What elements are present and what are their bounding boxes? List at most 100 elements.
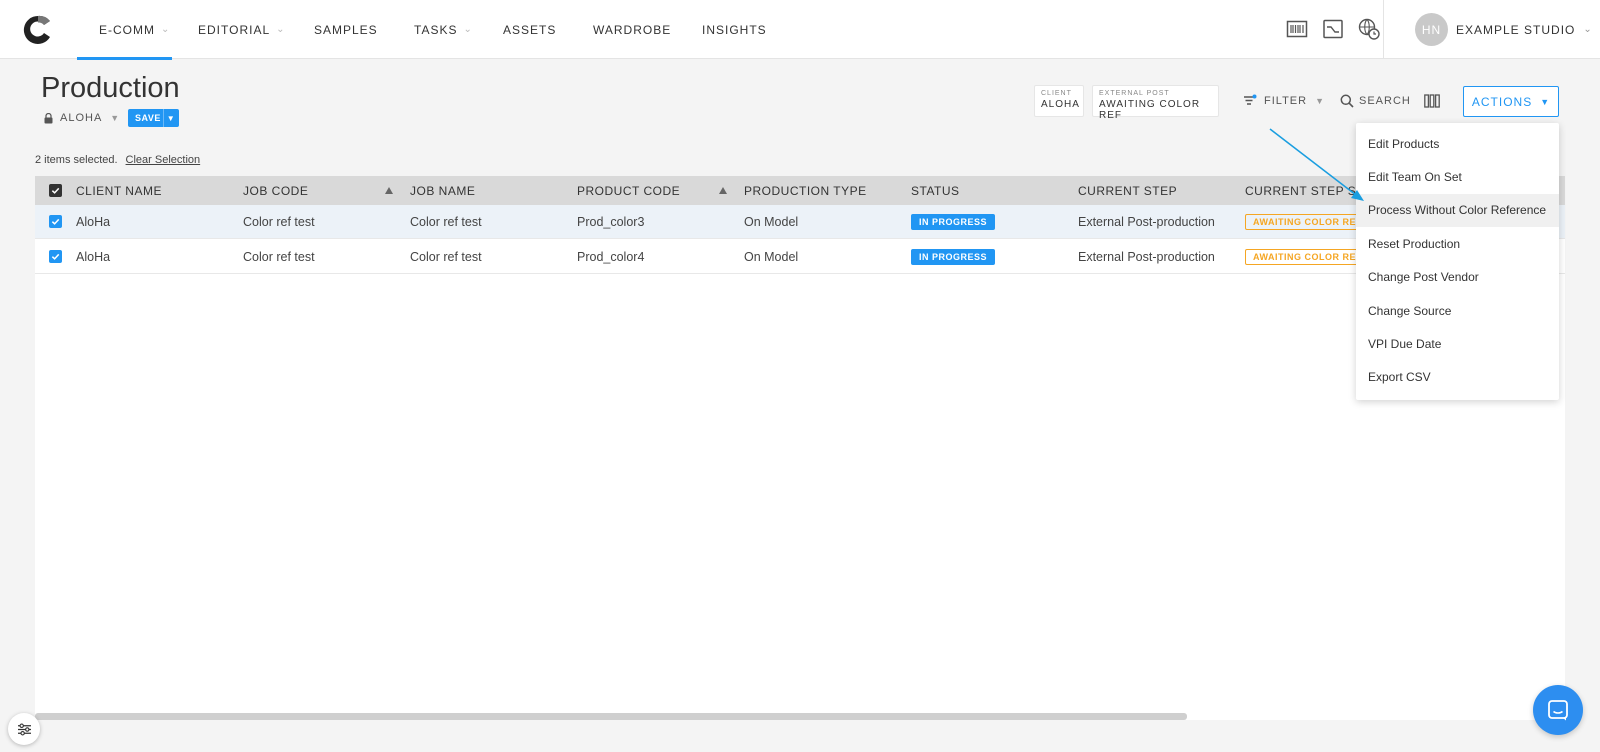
select-all-checkbox[interactable] xyxy=(49,184,62,197)
caret-down-icon[interactable]: ▼ xyxy=(163,109,178,127)
settings-sliders-button[interactable] xyxy=(8,713,40,745)
status-badge: IN PROGRESS xyxy=(911,214,996,230)
chip-value: AWAITING COLOR REF xyxy=(1099,99,1201,121)
table-header: CLIENT NAME JOB CODE JOB NAME PRODUCT CO… xyxy=(35,176,1565,205)
menu-item-process-without-color-reference[interactable]: Process Without Color Reference xyxy=(1356,193,1559,228)
nav-item-label: EDITORIAL xyxy=(198,22,271,37)
filter-button[interactable]: FILTER ▼ xyxy=(1243,91,1325,111)
step-status-badge: AWAITING COLOR REF xyxy=(1245,249,1370,265)
menu-item-export-csv[interactable]: Export CSV xyxy=(1356,361,1559,394)
caret-down-icon: ▼ xyxy=(110,113,121,123)
saved-view-selector[interactable]: ALOHA ▼ xyxy=(44,109,120,127)
chip-value: ALOHA xyxy=(1041,99,1080,110)
cell-production-type: On Model xyxy=(744,215,799,229)
cell-job-name: Color ref test xyxy=(410,250,482,264)
menu-item-change-post-vendor[interactable]: Change Post Vendor xyxy=(1356,261,1559,294)
nav-item-wardrobe[interactable]: WARDROBE xyxy=(593,0,671,59)
column-header[interactable]: CURRENT STEP xyxy=(1078,176,1177,205)
cell-status: IN PROGRESS xyxy=(911,240,996,274)
column-header[interactable]: JOB NAME xyxy=(410,176,475,205)
row-checkbox[interactable] xyxy=(49,250,62,263)
actions-label: ACTIONS xyxy=(1471,94,1533,109)
top-navigation: E-COMM ⌄ EDITORIAL ⌄ SAMPLES TASKS ⌄ ASSETS… xyxy=(0,0,1600,60)
sort-asc-icon[interactable] xyxy=(719,187,727,194)
lock-icon xyxy=(44,112,53,123)
cell-status: IN PROGRESS xyxy=(911,205,996,239)
menu-item-vpi-due-date[interactable]: VPI Due Date xyxy=(1356,327,1559,360)
caret-down-icon: ▼ xyxy=(1540,96,1551,107)
page-title: Production xyxy=(41,72,180,104)
barcode-icon[interactable] xyxy=(1286,18,1308,40)
nav-item-label: TASKS xyxy=(414,22,458,37)
sort-asc-icon[interactable] xyxy=(385,187,393,194)
cell-step-status: AWAITING COLOR REF xyxy=(1245,205,1370,239)
cell-client-name: AloHa xyxy=(76,215,111,229)
filter-chip-client[interactable]: CLIENT ALOHA xyxy=(1034,85,1084,117)
caret-down-icon: ▼ xyxy=(1315,96,1325,106)
cell-product-code: Prod_color3 xyxy=(577,215,645,229)
chat-icon xyxy=(1548,700,1568,721)
chevron-down-icon: ⌄ xyxy=(161,24,171,35)
nav-item-editorial[interactable]: EDITORIAL ⌄ xyxy=(198,0,286,59)
cell-job-code: Color ref test xyxy=(243,250,315,264)
search-button[interactable]: SEARCH xyxy=(1340,91,1411,111)
nav-item-label: WARDROBE xyxy=(593,22,672,37)
nav-item-insights[interactable]: INSIGHTS xyxy=(702,0,767,59)
chart-window-icon[interactable] xyxy=(1322,18,1344,40)
search-label: SEARCH xyxy=(1359,95,1411,107)
chevron-down-icon: ⌄ xyxy=(463,24,473,35)
globe-clock-icon[interactable] xyxy=(1358,18,1380,40)
chevron-down-icon: ⌄ xyxy=(276,24,286,35)
chip-key: EXTERNAL POST xyxy=(1099,90,1170,97)
nav-item-assets[interactable]: ASSETS xyxy=(503,0,556,59)
studio-name: EXAMPLE STUDIO xyxy=(1456,22,1576,37)
filter-icon xyxy=(1244,94,1257,105)
column-header[interactable]: PRODUCTION TYPE xyxy=(744,176,867,205)
menu-item-change-source[interactable]: Change Source xyxy=(1356,294,1559,327)
studio-switcher[interactable]: EXAMPLE STUDIO ⌄ xyxy=(1456,0,1593,59)
column-header[interactable]: STATUS xyxy=(911,176,960,205)
menu-item-reset-production[interactable]: Reset Production xyxy=(1356,227,1559,260)
nav-item-samples[interactable]: SAMPLES xyxy=(314,0,378,59)
filter-chip-external-post[interactable]: EXTERNAL POST AWAITING COLOR REF xyxy=(1092,85,1219,121)
actions-button[interactable]: ACTIONS ▼ xyxy=(1463,86,1559,117)
row-checkbox[interactable] xyxy=(49,215,62,228)
saved-view-name: ALOHA xyxy=(60,112,103,124)
column-header[interactable]: CLIENT NAME xyxy=(76,176,162,205)
save-button-label: SAVE xyxy=(135,113,161,123)
horizontal-scrollbar[interactable] xyxy=(35,713,1187,720)
avatar[interactable]: HN xyxy=(1415,13,1448,46)
table-row[interactable]: AloHa Color ref test Color ref test Prod… xyxy=(35,240,1565,274)
cell-job-name: Color ref test xyxy=(410,215,482,229)
selection-info: 2 items selected. Clear Selection xyxy=(35,154,200,166)
sliders-icon xyxy=(17,723,31,735)
actions-menu: Edit Products Edit Team On Set Process W… xyxy=(1356,123,1559,400)
cell-job-code: Color ref test xyxy=(243,215,315,229)
column-header[interactable]: CURRENT STEP STA xyxy=(1245,176,1372,205)
nav-item-label: E-COMM xyxy=(99,22,155,37)
cell-product-code: Prod_color4 xyxy=(577,250,645,264)
table-row[interactable]: AloHa Color ref test Color ref test Prod… xyxy=(35,205,1565,239)
save-button[interactable]: SAVE ▼ xyxy=(128,109,179,127)
status-badge: IN PROGRESS xyxy=(911,249,996,265)
cell-current-step: External Post-production xyxy=(1078,215,1215,229)
column-header[interactable]: PRODUCT CODE xyxy=(577,176,680,205)
nav-item-label: SAMPLES xyxy=(314,22,378,37)
clear-selection-link[interactable]: Clear Selection xyxy=(126,154,201,166)
search-icon xyxy=(1340,94,1354,108)
menu-item-edit-team-on-set[interactable]: Edit Team On Set xyxy=(1356,160,1559,193)
cell-current-step: External Post-production xyxy=(1078,250,1215,264)
nav-item-e-comm[interactable]: E-COMM ⌄ xyxy=(76,0,173,60)
cell-client-name: AloHa xyxy=(76,250,111,264)
brand-logo-icon[interactable] xyxy=(22,14,54,46)
chip-key: CLIENT xyxy=(1041,90,1072,97)
step-status-badge: AWAITING COLOR REF xyxy=(1245,214,1370,230)
nav-item-tasks[interactable]: TASKS ⌄ xyxy=(414,0,473,59)
cell-step-status: AWAITING COLOR REF xyxy=(1245,240,1370,274)
production-table: CLIENT NAME JOB CODE JOB NAME PRODUCT CO… xyxy=(35,176,1565,720)
column-header[interactable]: JOB CODE xyxy=(243,176,308,205)
nav-item-label: INSIGHTS xyxy=(702,22,767,37)
chat-support-button[interactable] xyxy=(1533,685,1583,735)
menu-item-edit-products[interactable]: Edit Products xyxy=(1356,127,1559,160)
columns-icon[interactable] xyxy=(1424,91,1440,111)
